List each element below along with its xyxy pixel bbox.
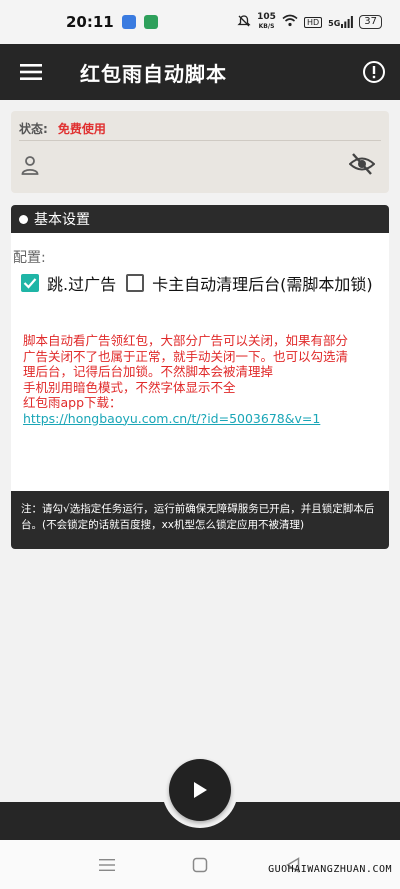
recent-apps-button[interactable]	[87, 845, 127, 885]
signal-icon: 5G	[328, 16, 354, 28]
play-button[interactable]	[169, 759, 231, 821]
net-speed-value: 105	[257, 12, 276, 22]
skip-ads-checkbox[interactable]	[21, 274, 39, 292]
status-value: 免费使用	[57, 122, 106, 136]
download-link[interactable]: https://hongbaoyu.com.cn/t/?id=5003678&v…	[23, 411, 320, 426]
skip-ads-option[interactable]: 跳.过广告	[21, 271, 116, 295]
shield-notification-icon	[143, 15, 158, 29]
note-panel: 注：请勾√选指定任务运行，运行前确保无障碍服务已开启，并且锁定脚本后台。(不会锁…	[11, 491, 389, 549]
auto-clean-checkbox[interactable]	[126, 274, 145, 292]
watermark: GUOHAIWANGZHUAN.COM	[268, 864, 392, 875]
auto-clean-label: 卡主自动清理后台(需脚本加锁)	[152, 275, 373, 294]
status-bar: 20:11 105 KB/S HD 5G 37	[0, 0, 400, 44]
description-line: 广告关闭不了也属于正常，就手动关闭一下。也可以勾选清	[23, 348, 349, 364]
config-label: 配置:	[13, 250, 46, 266]
bullet-icon	[19, 214, 28, 224]
status-row: 状态: 免费使用	[19, 117, 381, 141]
check-icon	[23, 278, 37, 289]
home-nav-icon	[192, 857, 208, 872]
wifi-icon	[282, 14, 298, 30]
app-toolbar: 红包雨自动脚本	[0, 44, 400, 100]
info-icon	[363, 61, 385, 83]
menu-nav-icon	[98, 858, 115, 871]
description-line: 理后台，记得后台加锁。不然脚本会被清理掉	[23, 364, 274, 379]
play-icon	[194, 782, 207, 798]
mute-icon	[237, 14, 251, 31]
info-button[interactable]	[348, 44, 400, 100]
home-button[interactable]	[180, 845, 220, 885]
description-line: 手机别用暗色模式，不然字体显示不全	[23, 379, 236, 395]
signal-label: 5G	[328, 19, 341, 28]
description-line: 脚本自动看广告领红包，大部分广告可以关闭，如果有部分	[23, 333, 349, 348]
description-line: 红包雨app下载：	[23, 395, 122, 410]
description-text: 脚本自动看广告领红包，大部分广告可以关闭，如果有部分 广告关闭不了也属于正常，就…	[23, 333, 379, 426]
user-icon	[21, 155, 39, 179]
skip-ads-label: 跳.过广告	[47, 275, 117, 294]
net-speed-unit: KB/S	[258, 23, 275, 30]
password-input[interactable]	[55, 151, 345, 181]
settings-header-label: 基本设置	[34, 212, 90, 228]
battery-indicator: 37	[359, 15, 382, 29]
hide-password-icon[interactable]	[348, 153, 376, 179]
main-content: 状态: 免费使用 基本设置 配置: 跳.过广告 卡主自动清理后台(需脚本加锁) …	[0, 100, 400, 802]
page-title: 红包雨自动脚本	[80, 61, 227, 86]
status-label: 状态:	[19, 122, 48, 136]
auto-clean-option[interactable]: 卡主自动清理后台(需脚本加锁)	[126, 271, 373, 295]
menu-button[interactable]	[0, 44, 62, 100]
app-notification-icon	[121, 15, 136, 29]
status-time: 20:11	[66, 13, 114, 31]
net-speed: 105 KB/S	[257, 13, 276, 31]
status-icons: 105 KB/S HD 5G 37	[237, 13, 382, 31]
options-row: 跳.过广告 卡主自动清理后台(需脚本加锁)	[21, 271, 373, 295]
settings-header: 基本设置	[11, 205, 389, 233]
status-card: 状态: 免费使用	[11, 111, 389, 193]
hd-badge: HD	[303, 16, 323, 28]
menu-icon	[20, 64, 42, 80]
